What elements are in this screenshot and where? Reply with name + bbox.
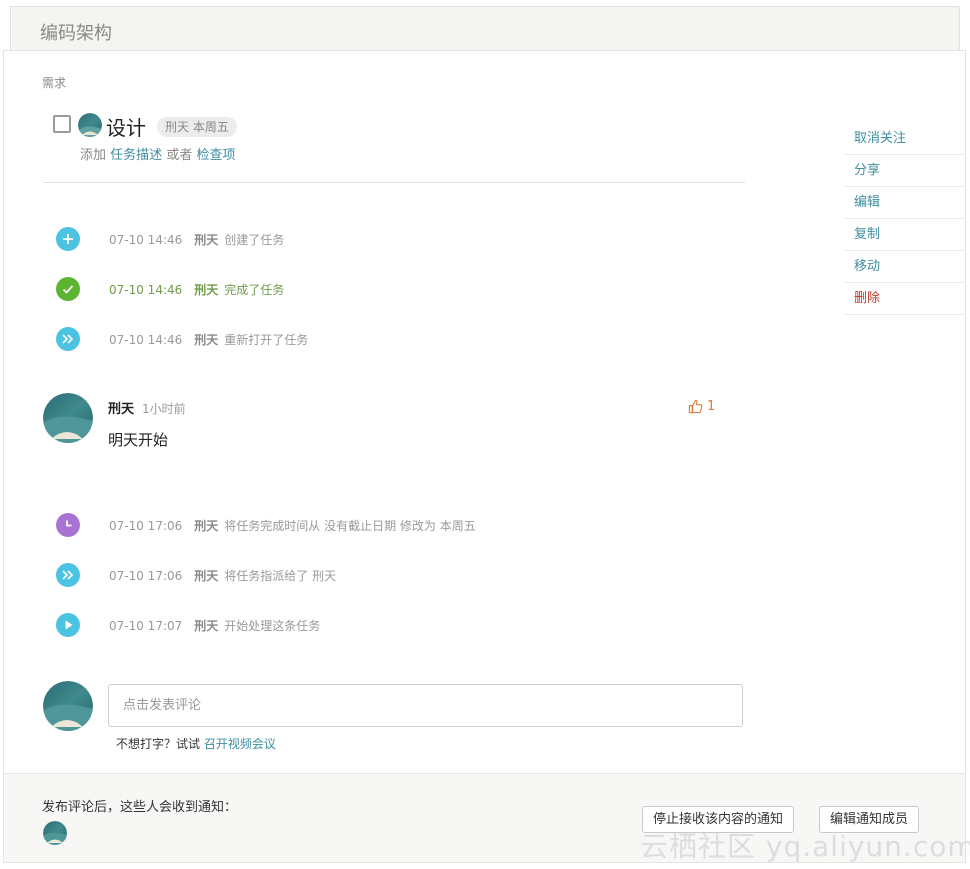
- event-time: 07-10 14:46: [109, 233, 183, 247]
- event-time: 07-10 14:46: [109, 283, 183, 297]
- activity-event-text: 07-10 17:06 刑天 将任务指派给了 刑天: [109, 567, 336, 584]
- unfollow-action[interactable]: 取消关注: [844, 123, 965, 155]
- event-time: 07-10 14:46: [109, 333, 183, 347]
- task-assignee-due-tag[interactable]: 刑天 本周五: [157, 117, 237, 137]
- video-meeting-hint: 不想打字？试试 召开视频会议: [116, 735, 276, 752]
- event-time: 07-10 17:07: [109, 619, 183, 633]
- event-action: 重新打开了任务: [224, 333, 309, 347]
- move-action[interactable]: 移动: [844, 251, 965, 283]
- like-button[interactable]: 1: [688, 399, 715, 414]
- plus-icon: [56, 227, 80, 251]
- notify-member-avatar[interactable]: [43, 821, 67, 845]
- add-description-link[interactable]: 任务描述: [110, 148, 162, 163]
- event-time: 07-10 17:06: [109, 569, 183, 583]
- event-action: 完成了任务: [224, 283, 285, 297]
- assignee-avatar[interactable]: [78, 113, 102, 137]
- edit-action[interactable]: 编辑: [844, 187, 965, 219]
- comment-author[interactable]: 刑天: [108, 398, 134, 417]
- or-text: 或者: [166, 148, 193, 163]
- project-title: 编码架构: [40, 23, 112, 44]
- delete-action[interactable]: 删除: [844, 283, 965, 315]
- stop-notifications-button[interactable]: 停止接收该内容的通知: [642, 806, 795, 833]
- event-user: 刑天: [194, 333, 219, 347]
- video-meeting-link[interactable]: 召开视频会议: [204, 737, 276, 751]
- section-label: 需求: [42, 76, 67, 90]
- activity-event-text: 07-10 17:06 刑天 将任务完成时间从 没有截止日期 修改为 本周五: [109, 517, 476, 534]
- copy-action[interactable]: 复制: [844, 219, 965, 251]
- clock-icon: [56, 513, 80, 537]
- activity-event-text: 07-10 14:46 刑天 完成了任务: [109, 281, 284, 298]
- event-time: 07-10 17:06: [109, 519, 183, 533]
- comment-input[interactable]: [108, 684, 743, 727]
- task-detail-card: 需求 设计 刑天 本周五 添加 任务描述 或者 检查项 取消关注 分享 编辑 复…: [3, 50, 966, 863]
- task-add-hint: 添加 任务描述 或者 检查项: [80, 144, 235, 163]
- comment-author-avatar[interactable]: [43, 393, 93, 443]
- notification-footer: 发布评论后，这些人会收到通知： 停止接收该内容的通知 编辑通知成员: [4, 773, 965, 862]
- event-action: 创建了任务: [224, 233, 285, 247]
- divider: [43, 182, 745, 183]
- add-prefix: 添加: [80, 148, 107, 163]
- edit-notify-members-button[interactable]: 编辑通知成员: [819, 806, 920, 833]
- task-actions-menu: 取消关注 分享 编辑 复制 移动 删除: [844, 123, 965, 315]
- like-count: 1: [707, 399, 716, 414]
- task-complete-checkbox[interactable]: [53, 115, 71, 133]
- event-user: 刑天: [194, 233, 219, 247]
- share-action[interactable]: 分享: [844, 155, 965, 187]
- event-user: 刑天: [194, 619, 219, 633]
- double-chevron-icon: [56, 327, 80, 351]
- event-user: 刑天: [194, 283, 219, 297]
- activity-event-text: 07-10 14:46 刑天 创建了任务: [109, 231, 284, 248]
- play-icon: [56, 613, 80, 637]
- event-action: 将任务完成时间从 没有截止日期 修改为 本周五: [224, 519, 476, 533]
- event-user: 刑天: [194, 519, 219, 533]
- task-detail-main: 需求 设计 刑天 本周五 添加 任务描述 或者 检查项 取消关注 分享 编辑 复…: [4, 51, 965, 773]
- comment-body: 明天开始: [108, 431, 169, 449]
- comment-time: 1小时前: [142, 402, 186, 416]
- task-title[interactable]: 设计: [106, 112, 146, 141]
- activity-event-text: 07-10 14:46 刑天 重新打开了任务: [109, 331, 308, 348]
- event-action: 将任务指派给了 刑天: [224, 569, 337, 583]
- add-checklist-link[interactable]: 检查项: [196, 148, 235, 163]
- check-icon: [56, 277, 80, 301]
- current-user-avatar: [43, 681, 93, 731]
- event-user: 刑天: [194, 569, 219, 583]
- double-chevron-icon: [56, 563, 80, 587]
- notify-label: 发布评论后，这些人会收到通知：: [42, 800, 238, 815]
- activity-event-text: 07-10 17:07 刑天 开始处理这条任务: [109, 617, 320, 634]
- hint-prefix: 不想打字？试试: [116, 737, 201, 751]
- event-action: 开始处理这条任务: [224, 619, 321, 633]
- thumbs-up-icon: [688, 399, 703, 414]
